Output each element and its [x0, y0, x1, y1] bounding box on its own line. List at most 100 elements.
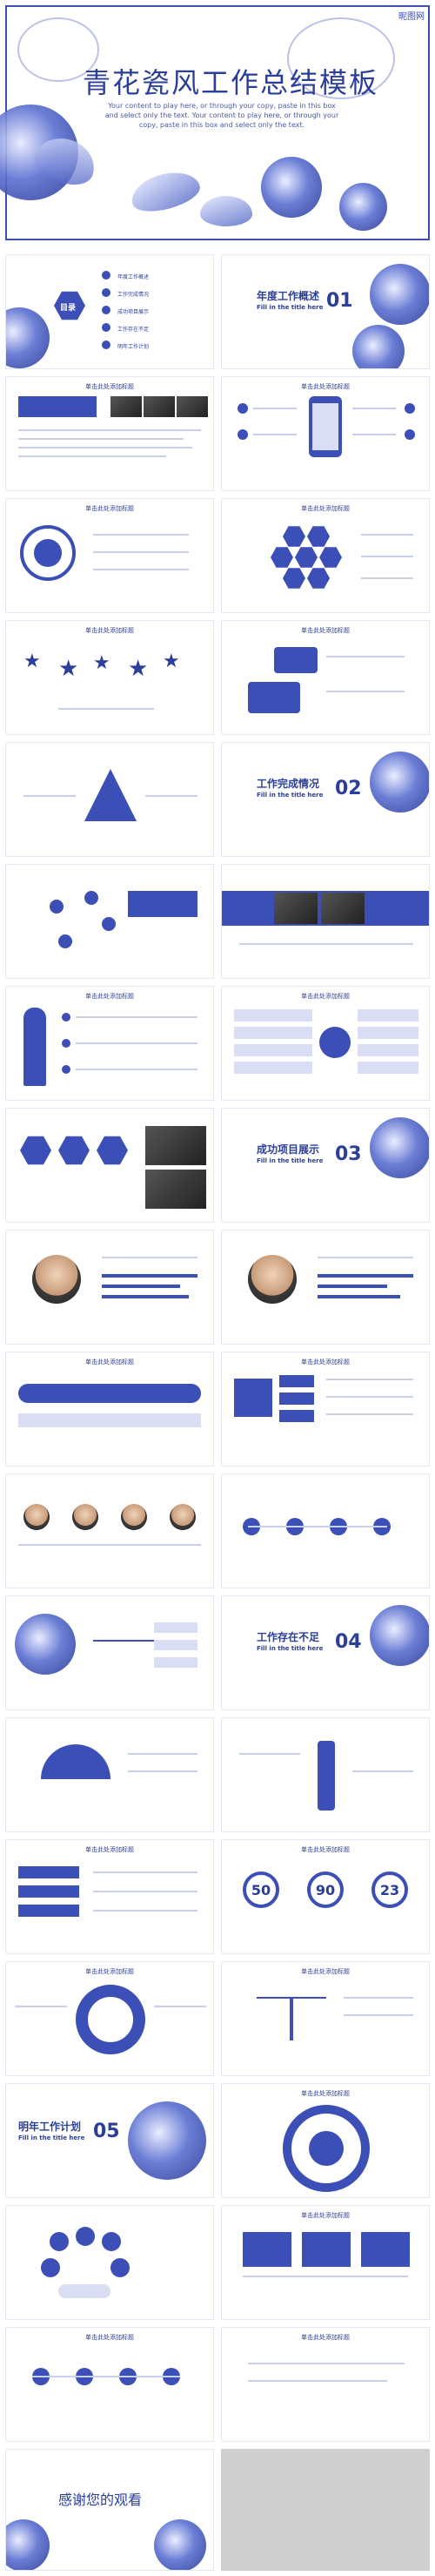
hex-icon [283, 526, 305, 547]
avatar [170, 1504, 196, 1530]
cycle-graphic [76, 1985, 145, 2054]
progress-bar [318, 1274, 413, 1278]
text-line [344, 2014, 413, 2016]
text-line [76, 1069, 197, 1070]
section-title: 工作完成情况 [257, 778, 320, 790]
text-line [18, 447, 192, 448]
section-number: 01 [326, 290, 353, 312]
content-slide: 单击此处添加标题 [221, 2083, 430, 2198]
content-slide: 单击此处添加标题 [5, 2327, 214, 2442]
content-slide: 单击此处添加标题 [221, 1352, 430, 1467]
slide-header: 单击此处添加标题 [301, 2334, 350, 2341]
step-detail [18, 1413, 201, 1427]
slide-header: 单击此处添加标题 [85, 1846, 134, 1853]
cover-slide: 昵图网 青花瓷风工作总结模板 Your content to play here… [0, 0, 435, 246]
toc-item[interactable]: 成功项目展示 [117, 307, 149, 315]
text-line [23, 795, 76, 797]
text-line [344, 1997, 413, 1999]
bubble [76, 2227, 95, 2246]
content-slide [221, 1717, 430, 1832]
slide-header: 单击此处添加标题 [301, 505, 350, 512]
slide-header: 单击此处添加标题 [301, 627, 350, 634]
step-bar [18, 1384, 201, 1403]
section-slide-02: 工作完成情况 Fill in the title here 02 [221, 742, 430, 857]
text-panel [128, 891, 197, 917]
flower-ornament [370, 752, 429, 813]
toc-label: 目录 [60, 304, 77, 313]
node-dot [58, 934, 72, 948]
content-slide: 单击此处添加标题 [5, 498, 214, 613]
pencil-graphic [318, 1741, 335, 1811]
text-line [326, 1413, 413, 1415]
stat-value: 23 [379, 1882, 400, 1898]
text-line [58, 708, 154, 710]
text-line [361, 534, 413, 536]
list-bar [358, 1044, 418, 1056]
toc-item[interactable]: 年度工作概述 [117, 273, 149, 280]
section-subtitle: Fill in the title here [18, 2134, 85, 2141]
content-slide: 单击此处添加标题 [5, 986, 214, 1101]
connector [93, 1640, 163, 1642]
center-node [319, 1027, 351, 1058]
hex-icon [20, 1136, 51, 1165]
section-title: 成功项目展示 [257, 1143, 320, 1156]
section-title: 明年工作计划 [18, 2121, 82, 2133]
slide-header: 单击此处添加标题 [301, 1846, 350, 1853]
bullet-dot [405, 429, 415, 440]
text-line [154, 2006, 206, 2007]
tag [279, 1393, 314, 1405]
text-line [352, 1770, 413, 1772]
flower-ornament [6, 307, 50, 368]
text-line [253, 434, 297, 435]
text-line [93, 1891, 197, 1892]
content-slide: 单击此处添加标题 [5, 1961, 214, 2076]
avatar [72, 1504, 98, 1530]
avatar [23, 1504, 50, 1530]
star-icon: ★ [163, 651, 180, 672]
callout-box [274, 647, 318, 673]
toc-item[interactable]: 工作完成情况 [117, 290, 149, 298]
text-line [239, 943, 413, 945]
flower-ornament [370, 1117, 429, 1178]
base-dish [58, 2284, 110, 2298]
bullet-dot [62, 1013, 70, 1022]
content-slide [5, 1595, 214, 1710]
peony-flower [339, 183, 387, 231]
photo [274, 893, 318, 924]
list-bar [358, 1009, 418, 1022]
concentric-center [309, 2131, 344, 2166]
toc-item[interactable]: 工作存在不足 [117, 325, 149, 333]
list-bar [234, 1009, 312, 1022]
triangle-graphic [84, 769, 137, 821]
content-slide: 单击此处添加标题 [221, 376, 430, 491]
label-box [234, 1379, 272, 1417]
toc-dot [102, 271, 110, 280]
toc-dot [102, 341, 110, 349]
empty-slide [221, 2449, 430, 2571]
hex-icon [307, 526, 330, 547]
flower-ornament [370, 264, 429, 325]
slide-header: 单击此处添加标题 [301, 993, 350, 1000]
toc-item[interactable]: 明年工作计划 [117, 342, 149, 350]
text-line [318, 1257, 413, 1258]
content-slide [221, 864, 430, 979]
text-line [243, 2276, 408, 2277]
progress-bar [102, 1274, 197, 1278]
section-number: 04 [335, 1631, 362, 1653]
thanks-slide: 感谢您的观看 [5, 2449, 214, 2571]
content-slide [5, 1230, 214, 1345]
section-number: 03 [335, 1143, 362, 1165]
bubble [110, 2258, 130, 2277]
text-line [128, 1770, 197, 1772]
text-line [248, 2380, 387, 2382]
content-slide: 单击此处添加标题 [5, 376, 214, 491]
bubble [102, 2232, 121, 2251]
slide-header: 单击此处添加标题 [85, 1359, 134, 1366]
section-slide-05: 明年工作计划 Fill in the title here 05 [5, 2083, 214, 2198]
text-line [361, 556, 413, 557]
photo [110, 396, 142, 417]
text-line [128, 1753, 197, 1755]
ribbon [18, 1866, 79, 1878]
content-slide [221, 1230, 430, 1345]
tag [279, 1410, 314, 1422]
